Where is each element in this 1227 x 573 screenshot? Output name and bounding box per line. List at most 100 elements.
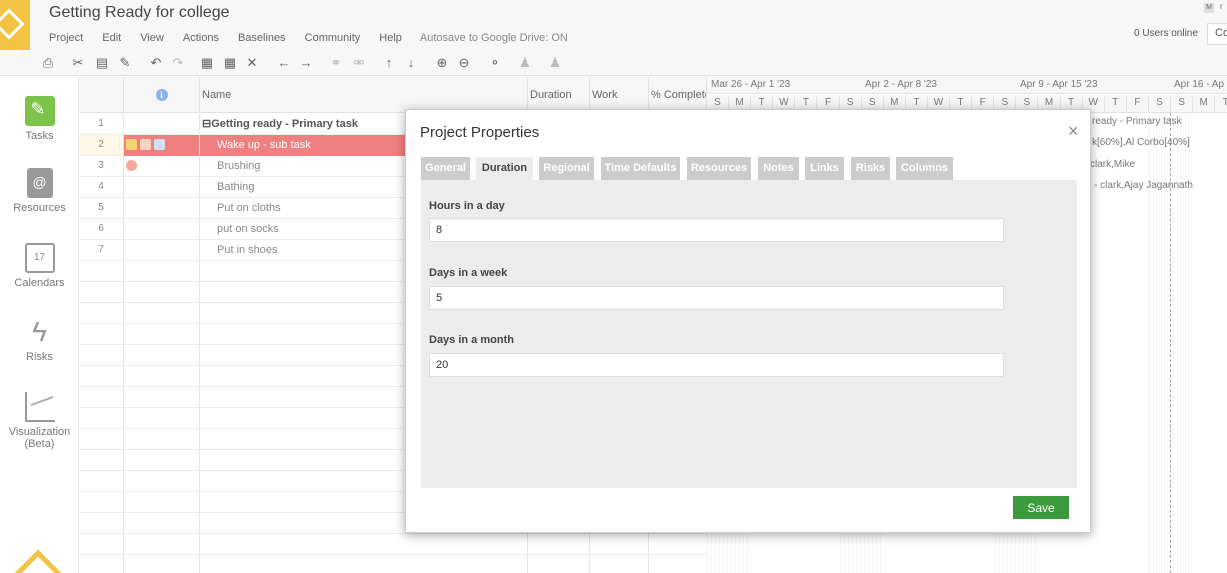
day-label: T	[1105, 97, 1127, 112]
menu-bar: Project Edit View Actions Baselines Comm…	[49, 32, 587, 44]
col-name-header[interactable]: Name	[200, 77, 528, 113]
collapse-icon[interactable]: ⊟	[202, 118, 211, 130]
app-logo[interactable]	[0, 0, 30, 50]
indent-icon[interactable]: →	[298, 55, 314, 71]
resource-icon[interactable]	[140, 139, 151, 150]
tab-columns[interactable]: Columns	[896, 157, 953, 180]
row-icons	[124, 156, 200, 177]
day-label: F	[1127, 97, 1149, 112]
sidebar-item-visualization[interactable]: Visualization (Beta)	[0, 392, 79, 450]
col-duration-header[interactable]: Duration	[528, 77, 590, 113]
row-number: 6	[79, 219, 124, 240]
undo-icon[interactable]: ↶	[148, 55, 164, 71]
tab-resources[interactable]: Resources	[687, 157, 751, 180]
sidebar: Tasks @ Resources 17 Calendars ϟ Risks V…	[0, 77, 79, 573]
outdent-icon[interactable]: ←	[276, 55, 292, 71]
gantt-week-header: Mar 26 - Apr 1 '23 Apr 2 - Apr 8 '23 Apr…	[707, 77, 1227, 94]
lightning-icon: ϟ	[32, 316, 47, 347]
gantt-bar-label: k[60%],Al Corbo[40%]	[1092, 137, 1190, 148]
redo-icon[interactable]: ↷	[170, 55, 186, 71]
move-down-icon[interactable]: ↓	[403, 55, 419, 71]
row-number: 2	[79, 135, 124, 156]
days-in-month-input[interactable]	[429, 353, 1004, 377]
row-icons	[124, 198, 200, 219]
insert-subtask-icon[interactable]: ▦	[222, 55, 238, 71]
duration-panel: Hours in a day Days in a week Days in a …	[421, 180, 1077, 488]
row-icons	[124, 240, 200, 261]
cut-icon[interactable]: ✂	[70, 55, 86, 71]
unlink-icon[interactable]: ⚮	[351, 55, 367, 71]
row-number: 3	[79, 156, 124, 177]
insert-task-icon[interactable]: ▦	[199, 55, 215, 71]
row-number: 5	[79, 198, 124, 219]
chart-icon	[24, 392, 55, 422]
tab-duration[interactable]: Duration	[476, 157, 533, 180]
row-icons	[124, 219, 200, 240]
sidebar-item-calendars[interactable]: 17 Calendars	[0, 243, 79, 289]
table-row[interactable]	[79, 534, 707, 555]
menu-view[interactable]: View	[140, 32, 164, 44]
sidebar-item-label: Tasks	[25, 130, 54, 142]
col-num-header	[79, 77, 124, 113]
project-title[interactable]: Getting Ready for college	[49, 4, 230, 22]
close-icon[interactable]: ×	[1068, 121, 1079, 142]
paint-icon[interactable]: ✎	[117, 55, 133, 71]
menu-project[interactable]: Project	[49, 32, 83, 44]
delete-icon[interactable]: ✕	[244, 55, 260, 71]
sidebar-item-label: Visualization	[8, 426, 71, 438]
sidebar-item-risks[interactable]: ϟ Risks	[0, 316, 79, 364]
sidebar-item-resources[interactable]: @ Resources	[0, 168, 79, 214]
save-button[interactable]: Save	[1013, 496, 1069, 519]
move-up-icon[interactable]: ↑	[381, 55, 397, 71]
link-icon[interactable]	[154, 139, 165, 150]
sidebar-item-tasks[interactable]: Tasks	[0, 96, 79, 142]
hours-in-day-input[interactable]	[429, 218, 1004, 242]
copy-icon[interactable]: ▤	[94, 55, 110, 71]
note-icon[interactable]	[126, 139, 137, 150]
menu-edit[interactable]: Edit	[102, 32, 121, 44]
collaborate-button[interactable]: Co	[1207, 23, 1227, 45]
row-icons	[124, 135, 200, 156]
resource-settings-icon[interactable]: ♟	[547, 55, 563, 71]
day-label: M	[1193, 97, 1216, 112]
gantt-bar-label: ready - Primary task	[1092, 116, 1182, 127]
week-label: Mar 26 - Apr 1 '23	[711, 79, 791, 90]
menu-help[interactable]: Help	[379, 32, 402, 44]
tab-time-defaults[interactable]: Time Defaults	[601, 157, 680, 180]
critical-path-icon[interactable]: ⚬	[487, 55, 503, 71]
avatar[interactable]: M	[1204, 3, 1214, 13]
row-icons	[124, 177, 200, 198]
days-in-week-input[interactable]	[429, 286, 1004, 310]
task-name-text: Getting ready - Primary task	[211, 118, 358, 130]
week-label: Apr 16 - Ap	[1174, 79, 1225, 90]
tab-risks[interactable]: Risks	[851, 157, 890, 180]
menu-community[interactable]: Community	[305, 32, 361, 44]
autosave-status[interactable]: Autosave to Google Drive: ON	[420, 32, 568, 44]
zoom-in-icon[interactable]: ⊕	[434, 55, 450, 71]
link-icon[interactable]: ⚭	[328, 55, 344, 71]
tab-notes[interactable]: Notes	[758, 157, 799, 180]
print-icon[interactable]: ⎙	[40, 55, 56, 71]
tasks-icon	[24, 96, 55, 126]
info-icon: i	[155, 89, 168, 101]
toolbar: ⎙ ✂ ▤ ✎ ↶ ↷ ▦ ▦ ✕ ← → ⚭ ⚮ ↑ ↓ ⊕ ⊖ ⚬ ♟ ♟	[0, 50, 1227, 76]
zoom-out-icon[interactable]: ⊖	[456, 55, 472, 71]
menu-baselines[interactable]: Baselines	[238, 32, 286, 44]
tab-regional[interactable]: Regional	[539, 157, 594, 180]
col-pct-header[interactable]: % Complete	[649, 77, 707, 113]
day-label: S	[1171, 97, 1194, 112]
calendar-icon: 17	[24, 243, 55, 273]
tab-links[interactable]: Links	[805, 157, 844, 180]
days-in-week-label: Days in a week	[429, 267, 508, 279]
table-row[interactable]	[79, 555, 707, 573]
sidebar-item-label: Resources	[13, 202, 66, 214]
day-label: T	[1215, 97, 1227, 112]
assign-resource-icon[interactable]: ♟	[517, 55, 533, 71]
row-number: 4	[79, 177, 124, 198]
resource-icon[interactable]	[126, 160, 137, 171]
menu-actions[interactable]: Actions	[183, 32, 219, 44]
tab-general[interactable]: General	[421, 157, 470, 180]
col-info-header: i	[124, 77, 200, 113]
col-work-header[interactable]: Work	[590, 77, 649, 113]
row-number: 1	[79, 114, 124, 135]
